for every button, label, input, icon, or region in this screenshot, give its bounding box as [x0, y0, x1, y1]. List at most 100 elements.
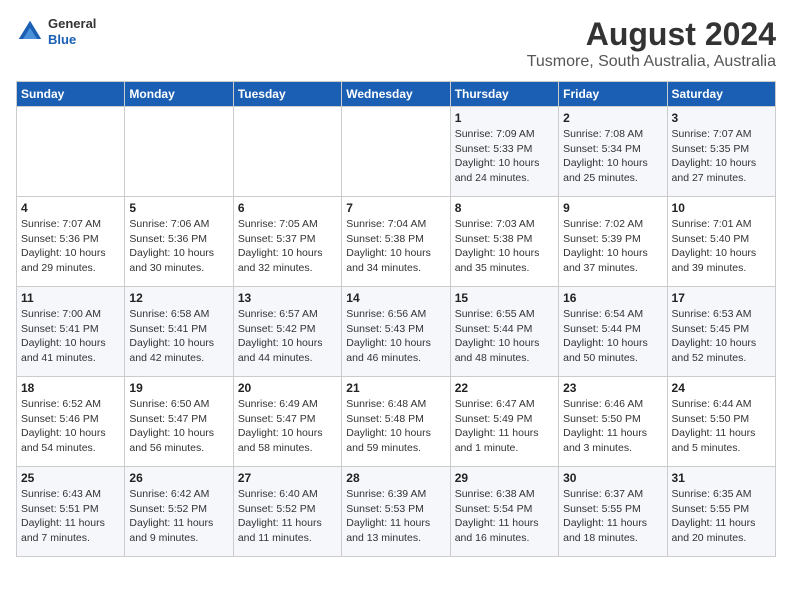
day-info: Sunrise: 7:07 AMSunset: 5:36 PMDaylight:… [21, 217, 120, 276]
day-info: Sunrise: 6:35 AMSunset: 5:55 PMDaylight:… [672, 487, 771, 546]
calendar-cell: 5 Sunrise: 7:06 AMSunset: 5:36 PMDaylight… [125, 197, 233, 287]
calendar-cell: 9 Sunrise: 7:02 AMSunset: 5:39 PMDaylight… [559, 197, 667, 287]
day-info: Sunrise: 6:58 AMSunset: 5:41 PMDaylight:… [129, 307, 228, 366]
day-info: Sunrise: 7:08 AMSunset: 5:34 PMDaylight:… [563, 127, 662, 186]
logo-text: General Blue [48, 16, 96, 47]
calendar-cell: 4 Sunrise: 7:07 AMSunset: 5:36 PMDaylight… [17, 197, 125, 287]
day-info: Sunrise: 7:00 AMSunset: 5:41 PMDaylight:… [21, 307, 120, 366]
day-info: Sunrise: 7:05 AMSunset: 5:37 PMDaylight:… [238, 217, 337, 276]
day-info: Sunrise: 6:38 AMSunset: 5:54 PMDaylight:… [455, 487, 554, 546]
day-info: Sunrise: 6:44 AMSunset: 5:50 PMDaylight:… [672, 397, 771, 456]
day-number: 13 [238, 291, 337, 305]
day-number: 18 [21, 381, 120, 395]
day-number: 14 [346, 291, 445, 305]
day-number: 8 [455, 201, 554, 215]
logo-blue: Blue [48, 32, 96, 48]
day-info: Sunrise: 6:57 AMSunset: 5:42 PMDaylight:… [238, 307, 337, 366]
day-number: 19 [129, 381, 228, 395]
day-number: 11 [21, 291, 120, 305]
day-number: 21 [346, 381, 445, 395]
day-number: 29 [455, 471, 554, 485]
calendar-cell: 21 Sunrise: 6:48 AMSunset: 5:48 PMDayligh… [342, 377, 450, 467]
day-of-week-monday: Monday [125, 82, 233, 107]
days-of-week-row: SundayMondayTuesdayWednesdayThursdayFrid… [17, 82, 776, 107]
day-info: Sunrise: 7:04 AMSunset: 5:38 PMDaylight:… [346, 217, 445, 276]
calendar-cell: 3 Sunrise: 7:07 AMSunset: 5:35 PMDaylight… [667, 107, 775, 197]
day-info: Sunrise: 6:50 AMSunset: 5:47 PMDaylight:… [129, 397, 228, 456]
day-number: 2 [563, 111, 662, 125]
calendar-cell: 1Sunrise: 7:09 AMSunset: 5:33 PMDaylight… [450, 107, 558, 197]
day-number: 28 [346, 471, 445, 485]
logo: General Blue [16, 16, 96, 47]
day-number: 10 [672, 201, 771, 215]
day-info: Sunrise: 7:01 AMSunset: 5:40 PMDaylight:… [672, 217, 771, 276]
calendar-cell: 7 Sunrise: 7:04 AMSunset: 5:38 PMDaylight… [342, 197, 450, 287]
day-number: 23 [563, 381, 662, 395]
day-info: Sunrise: 6:55 AMSunset: 5:44 PMDaylight:… [455, 307, 554, 366]
day-number: 16 [563, 291, 662, 305]
calendar-cell: 10 Sunrise: 7:01 AMSunset: 5:40 PMDayligh… [667, 197, 775, 287]
calendar-cell: 26 Sunrise: 6:42 AMSunset: 5:52 PMDayligh… [125, 467, 233, 557]
day-number: 24 [672, 381, 771, 395]
day-number: 1 [455, 111, 554, 125]
calendar-cell: 27Sunrise: 6:40 AMSunset: 5:52 PMDayligh… [233, 467, 341, 557]
day-number: 17 [672, 291, 771, 305]
calendar-cell: 28Sunrise: 6:39 AMSunset: 5:53 PMDayligh… [342, 467, 450, 557]
page-header: General Blue August 2024 Tusmore, South … [16, 16, 776, 71]
calendar-cell [342, 107, 450, 197]
week-row-5: 25Sunrise: 6:43 AMSunset: 5:51 PMDayligh… [17, 467, 776, 557]
day-info: Sunrise: 6:42 AMSunset: 5:52 PMDaylight:… [129, 487, 228, 546]
logo-icon [16, 18, 44, 46]
calendar-cell: 22Sunrise: 6:47 AMSunset: 5:49 PMDayligh… [450, 377, 558, 467]
calendar-cell: 17 Sunrise: 6:53 AMSunset: 5:45 PMDayligh… [667, 287, 775, 377]
calendar-cell [125, 107, 233, 197]
day-info: Sunrise: 7:03 AMSunset: 5:38 PMDaylight:… [455, 217, 554, 276]
day-of-week-wednesday: Wednesday [342, 82, 450, 107]
week-row-1: 1Sunrise: 7:09 AMSunset: 5:33 PMDaylight… [17, 107, 776, 197]
day-number: 27 [238, 471, 337, 485]
week-row-4: 18Sunrise: 6:52 AMSunset: 5:46 PMDayligh… [17, 377, 776, 467]
calendar-cell: 15 Sunrise: 6:55 AMSunset: 5:44 PMDayligh… [450, 287, 558, 377]
day-number: 7 [346, 201, 445, 215]
day-info: Sunrise: 7:02 AMSunset: 5:39 PMDaylight:… [563, 217, 662, 276]
logo-general: General [48, 16, 96, 32]
calendar-cell: 23 Sunrise: 6:46 AMSunset: 5:50 PMDayligh… [559, 377, 667, 467]
calendar-cell: 31Sunrise: 6:35 AMSunset: 5:55 PMDayligh… [667, 467, 775, 557]
calendar-cell: 29 Sunrise: 6:38 AMSunset: 5:54 PMDayligh… [450, 467, 558, 557]
calendar-cell: 14Sunrise: 6:56 AMSunset: 5:43 PMDayligh… [342, 287, 450, 377]
calendar-cell: 2 Sunrise: 7:08 AMSunset: 5:34 PMDaylight… [559, 107, 667, 197]
title-block: August 2024 Tusmore, South Australia, Au… [527, 16, 776, 71]
day-info: Sunrise: 7:07 AMSunset: 5:35 PMDaylight:… [672, 127, 771, 186]
calendar-body: 1Sunrise: 7:09 AMSunset: 5:33 PMDaylight… [17, 107, 776, 557]
calendar-cell: 11 Sunrise: 7:00 AMSunset: 5:41 PMDayligh… [17, 287, 125, 377]
calendar-cell: 8 Sunrise: 7:03 AMSunset: 5:38 PMDaylight… [450, 197, 558, 287]
day-number: 15 [455, 291, 554, 305]
day-number: 30 [563, 471, 662, 485]
calendar-cell: 16Sunrise: 6:54 AMSunset: 5:44 PMDayligh… [559, 287, 667, 377]
day-number: 26 [129, 471, 228, 485]
day-number: 9 [563, 201, 662, 215]
calendar-header: SundayMondayTuesdayWednesdayThursdayFrid… [17, 82, 776, 107]
day-info: Sunrise: 6:48 AMSunset: 5:48 PMDaylight:… [346, 397, 445, 456]
calendar-cell [233, 107, 341, 197]
day-number: 5 [129, 201, 228, 215]
day-number: 20 [238, 381, 337, 395]
calendar-cell: 6Sunrise: 7:05 AMSunset: 5:37 PMDaylight… [233, 197, 341, 287]
day-info: Sunrise: 6:43 AMSunset: 5:51 PMDaylight:… [21, 487, 120, 546]
calendar-cell: 18Sunrise: 6:52 AMSunset: 5:46 PMDayligh… [17, 377, 125, 467]
calendar-subtitle: Tusmore, South Australia, Australia [527, 53, 776, 71]
day-number: 4 [21, 201, 120, 215]
week-row-2: 4 Sunrise: 7:07 AMSunset: 5:36 PMDaylight… [17, 197, 776, 287]
day-info: Sunrise: 6:46 AMSunset: 5:50 PMDaylight:… [563, 397, 662, 456]
calendar-cell: 13 Sunrise: 6:57 AMSunset: 5:42 PMDayligh… [233, 287, 341, 377]
calendar-cell: 30Sunrise: 6:37 AMSunset: 5:55 PMDayligh… [559, 467, 667, 557]
day-number: 12 [129, 291, 228, 305]
day-info: Sunrise: 6:53 AMSunset: 5:45 PMDaylight:… [672, 307, 771, 366]
calendar-cell: 24 Sunrise: 6:44 AMSunset: 5:50 PMDayligh… [667, 377, 775, 467]
day-number: 3 [672, 111, 771, 125]
calendar-cell: 19 Sunrise: 6:50 AMSunset: 5:47 PMDayligh… [125, 377, 233, 467]
day-info: Sunrise: 7:06 AMSunset: 5:36 PMDaylight:… [129, 217, 228, 276]
day-number: 22 [455, 381, 554, 395]
day-of-week-sunday: Sunday [17, 82, 125, 107]
calendar-cell [17, 107, 125, 197]
